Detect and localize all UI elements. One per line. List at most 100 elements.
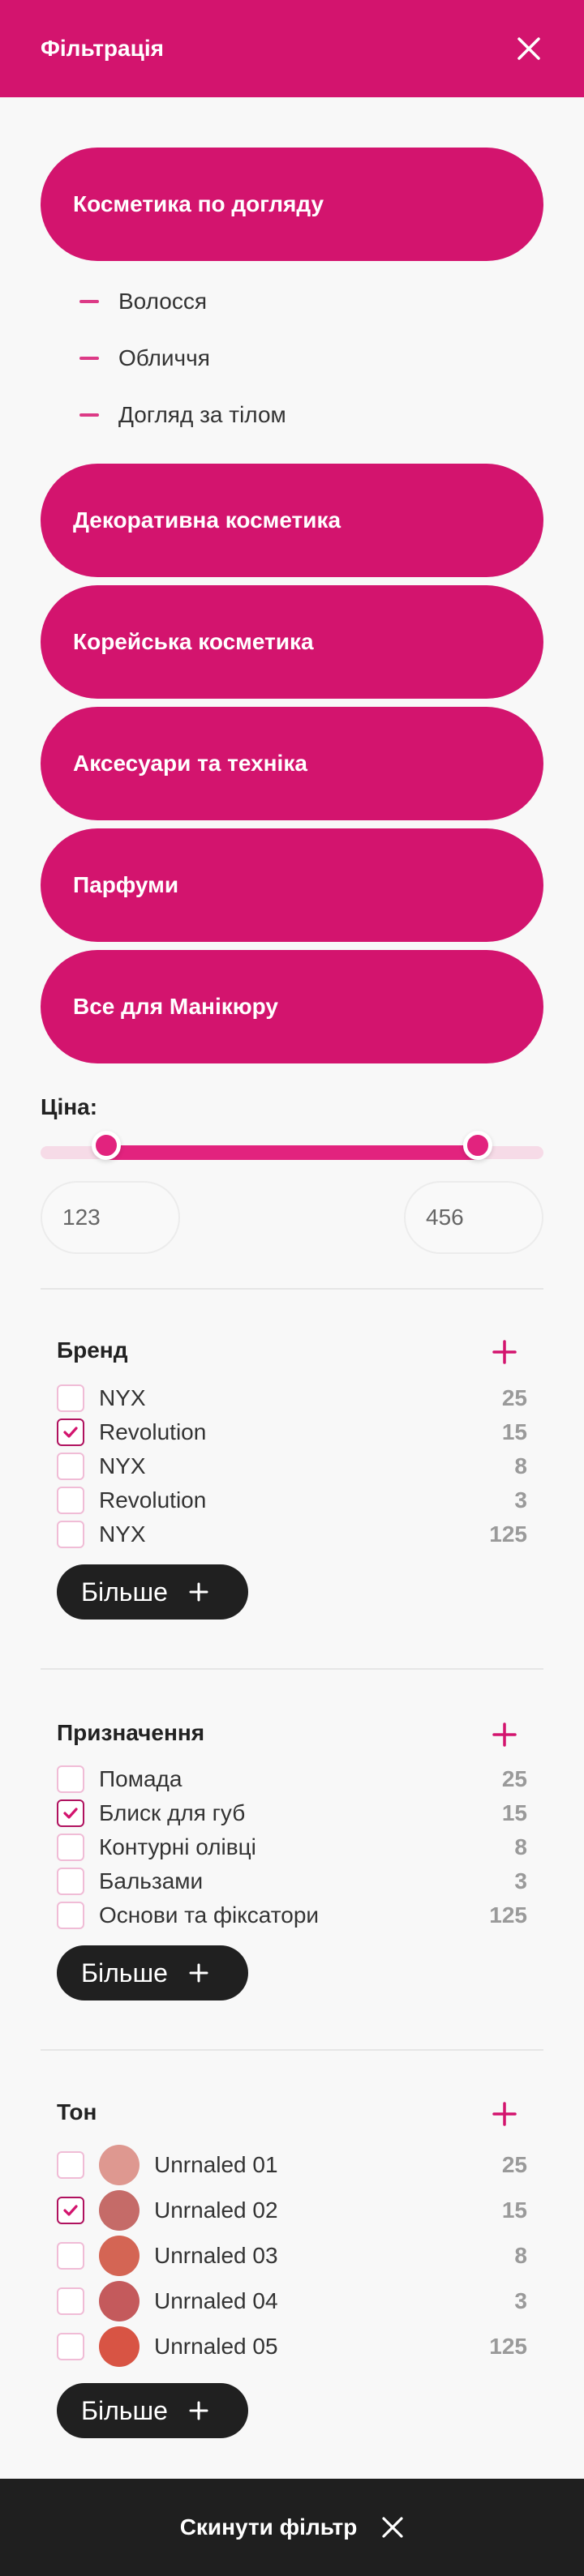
checkbox[interactable] bbox=[57, 1902, 84, 1929]
purpose-option[interactable]: Бальзами 3 bbox=[57, 1865, 527, 1898]
category-label: Парфуми bbox=[73, 872, 179, 897]
option-label: Блиск для губ bbox=[99, 1800, 246, 1825]
price-max-input[interactable] bbox=[404, 1181, 543, 1254]
tone-expand-button[interactable] bbox=[492, 2101, 517, 2127]
checkbox[interactable] bbox=[57, 1521, 84, 1548]
option-count: 125 bbox=[489, 2334, 527, 2359]
more-label: Більше bbox=[81, 1958, 168, 1988]
checkbox[interactable] bbox=[57, 1799, 84, 1827]
plus-icon bbox=[189, 1582, 208, 1602]
checkbox[interactable] bbox=[57, 1487, 84, 1514]
checkbox[interactable] bbox=[57, 1453, 84, 1480]
tone-group-title: Тон bbox=[57, 2099, 97, 2125]
slider-thumb-min[interactable] bbox=[91, 1131, 121, 1160]
more-label: Більше bbox=[81, 2395, 168, 2425]
option-count: 8 bbox=[514, 1834, 527, 1859]
option-count: 3 bbox=[514, 2288, 527, 2313]
purpose-option[interactable]: Основи та фіксатори 125 bbox=[57, 1899, 527, 1932]
divider bbox=[41, 1288, 543, 1290]
checkbox[interactable] bbox=[57, 1834, 84, 1861]
brand-expand-button[interactable] bbox=[492, 1339, 517, 1365]
dash-icon bbox=[79, 357, 99, 360]
tone-option[interactable]: Unrnaled 02 15 bbox=[57, 2190, 527, 2231]
color-swatch bbox=[99, 2281, 140, 2321]
option-count: 25 bbox=[501, 2152, 527, 2177]
subcategory-body[interactable]: Догляд за тілом bbox=[79, 399, 286, 431]
checkbox[interactable] bbox=[57, 2333, 84, 2360]
option-label: NYX bbox=[99, 1521, 146, 1547]
option-label: Unrnaled 05 bbox=[154, 2334, 278, 2359]
price-range-slider[interactable] bbox=[41, 1131, 543, 1161]
brand-option[interactable]: NYX 25 bbox=[57, 1382, 527, 1414]
color-swatch bbox=[99, 2190, 140, 2231]
tone-more-button[interactable]: Більше bbox=[57, 2383, 248, 2438]
option-count: 3 bbox=[514, 1868, 527, 1893]
more-label: Більше bbox=[81, 1577, 168, 1607]
option-label: Бальзами bbox=[99, 1868, 204, 1893]
purpose-option[interactable]: Контурні олівці 8 bbox=[57, 1831, 527, 1864]
divider bbox=[41, 2049, 543, 2051]
plus-icon bbox=[492, 2102, 517, 2126]
purpose-expand-button[interactable] bbox=[492, 1722, 517, 1748]
category-accessories[interactable]: Аксесуари та техніка bbox=[41, 707, 543, 820]
checkbox[interactable] bbox=[57, 1868, 84, 1895]
category-decorative[interactable]: Декоративна косметика bbox=[41, 464, 543, 577]
checkbox[interactable] bbox=[57, 1384, 84, 1412]
dash-icon bbox=[79, 413, 99, 417]
subcategory-face[interactable]: Обличчя bbox=[79, 342, 210, 374]
option-count: 15 bbox=[501, 2197, 527, 2223]
option-label: Контурні олівці bbox=[99, 1834, 256, 1859]
option-count: 8 bbox=[514, 1453, 527, 1478]
checkbox[interactable] bbox=[57, 2197, 84, 2224]
category-manicure[interactable]: Все для Манікюру bbox=[41, 950, 543, 1063]
checkbox[interactable] bbox=[57, 2242, 84, 2270]
brand-more-button[interactable]: Більше bbox=[57, 1564, 248, 1620]
tone-option[interactable]: Unrnaled 04 3 bbox=[57, 2281, 527, 2321]
option-label: Revolution bbox=[99, 1419, 207, 1444]
subcategory-label: Догляд за тілом bbox=[118, 402, 286, 427]
category-korean[interactable]: Корейська косметика bbox=[41, 585, 543, 699]
checkbox[interactable] bbox=[57, 1419, 84, 1446]
plus-icon bbox=[492, 1722, 517, 1747]
brand-option[interactable]: Revolution 3 bbox=[57, 1484, 527, 1517]
color-swatch bbox=[99, 2145, 140, 2185]
color-swatch bbox=[99, 2326, 140, 2367]
reset-filter-button[interactable]: Скинути фільтр bbox=[0, 2479, 584, 2576]
checkbox[interactable] bbox=[57, 2287, 84, 2315]
purpose-option[interactable]: Помада 25 bbox=[57, 1763, 527, 1795]
tone-option[interactable]: Unrnaled 03 8 bbox=[57, 2236, 527, 2276]
check-icon bbox=[63, 1808, 78, 1819]
brand-option[interactable]: Revolution 15 bbox=[57, 1416, 527, 1448]
brand-option[interactable]: NYX 8 bbox=[57, 1450, 527, 1483]
checkbox[interactable] bbox=[57, 1765, 84, 1793]
check-icon bbox=[63, 2205, 78, 2216]
header: Фільтрація bbox=[0, 0, 584, 97]
option-label: NYX bbox=[99, 1385, 146, 1410]
purpose-group-title: Призначення bbox=[57, 1720, 205, 1745]
purpose-more-button[interactable]: Більше bbox=[57, 1945, 248, 2000]
close-button[interactable] bbox=[514, 34, 543, 63]
purpose-option[interactable]: Блиск для губ 15 bbox=[57, 1797, 527, 1829]
checkbox[interactable] bbox=[57, 2151, 84, 2179]
option-count: 125 bbox=[489, 1902, 527, 1928]
category-label: Все для Манікюру bbox=[73, 994, 278, 1019]
category-skincare[interactable]: Косметика по догляду bbox=[41, 148, 543, 261]
brand-option[interactable]: NYX 125 bbox=[57, 1518, 527, 1551]
option-count: 25 bbox=[501, 1766, 527, 1791]
tone-option[interactable]: Unrnaled 05 125 bbox=[57, 2326, 527, 2367]
tone-option[interactable]: Unrnaled 01 25 bbox=[57, 2145, 527, 2185]
option-count: 8 bbox=[514, 2243, 527, 2268]
category-label: Косметика по догляду bbox=[73, 191, 324, 216]
category-label: Аксесуари та техніка bbox=[73, 751, 307, 776]
option-label: Помада bbox=[99, 1766, 182, 1791]
option-count: 15 bbox=[501, 1419, 527, 1444]
close-icon bbox=[517, 37, 540, 60]
reset-filter-label: Скинути фільтр bbox=[179, 2514, 358, 2540]
option-label: NYX bbox=[99, 1453, 146, 1478]
category-perfume[interactable]: Парфуми bbox=[41, 828, 543, 942]
price-min-input[interactable] bbox=[41, 1181, 180, 1254]
dash-icon bbox=[79, 300, 99, 303]
subcategory-hair[interactable]: Волосся bbox=[79, 285, 207, 318]
option-label: Unrnaled 01 bbox=[154, 2152, 278, 2177]
plus-icon bbox=[492, 1340, 517, 1364]
